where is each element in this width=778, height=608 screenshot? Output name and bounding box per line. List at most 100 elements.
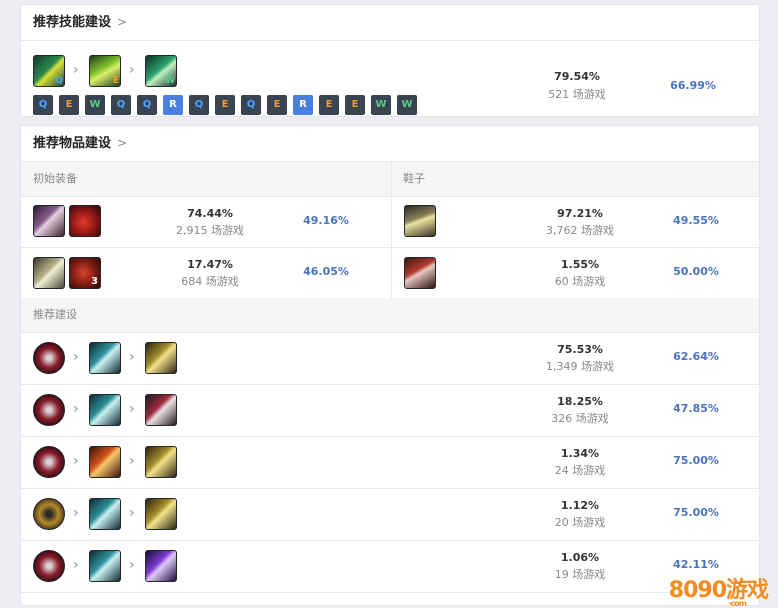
- health-potion-icon: [69, 205, 101, 237]
- blade-of-ruined-king-icon: [33, 342, 65, 374]
- arrow-right-icon: ›: [73, 453, 79, 469]
- core-pick-rate: 18.25%: [557, 395, 603, 408]
- core-win-rate: 75.00%: [673, 506, 719, 519]
- item-build-title: 推荐物品建设: [33, 136, 112, 151]
- core-build-label: 推荐建设: [33, 308, 77, 321]
- skill-e-letter: E: [112, 76, 119, 86]
- core-win-rate: 75.00%: [673, 454, 719, 467]
- item-build-header[interactable]: 推荐物品建设 >: [21, 126, 759, 162]
- core-games-count: 19 场游戏: [554, 568, 606, 581]
- long-sword-icon: [33, 257, 65, 289]
- skill-seq-13: E: [345, 95, 365, 115]
- skill-seq-15: W: [397, 95, 417, 115]
- blade-of-ruined-king-icon: [33, 394, 65, 426]
- watermark-text: 8090游戏: [668, 578, 769, 603]
- skill-seq-1: Q: [33, 95, 53, 115]
- core-pick-rate: 1.06%: [560, 551, 600, 564]
- skill-e-icon: E: [89, 55, 121, 87]
- skill-w-icon: W: [145, 55, 177, 87]
- arrow-right-icon: ›: [73, 505, 79, 521]
- dagger-icon: [33, 205, 65, 237]
- skill-seq-2: E: [59, 95, 79, 115]
- skill-build-card: 推荐技能建设 > Q › E › W Q E W Q Q R Q E Q E R …: [20, 4, 760, 117]
- skill-seq-11: R: [293, 95, 313, 115]
- skill-seq-9: Q: [241, 95, 261, 115]
- chevron-right-icon: >: [117, 15, 128, 29]
- skill-build-header[interactable]: 推荐技能建设 >: [21, 5, 759, 41]
- core-win-rate: 47.85%: [673, 402, 719, 415]
- refillable-potion-icon: 3: [69, 257, 101, 289]
- divider: [21, 332, 759, 333]
- divider: [21, 384, 759, 385]
- blade-of-ruined-king-icon: [33, 446, 65, 478]
- core-build-header: 推荐建设: [21, 298, 759, 332]
- starting-pick-rate: 74.44%: [187, 207, 233, 220]
- boots-games-count: 60 场游戏: [554, 275, 606, 288]
- core-games-count: 20 场游戏: [554, 516, 606, 529]
- skill-build-title: 推荐技能建设: [33, 15, 112, 30]
- starting-games-count: 2,915 场游戏: [176, 224, 244, 237]
- boots-label: 鞋子: [403, 172, 425, 185]
- skill-seq-6: R: [163, 95, 183, 115]
- divider: [21, 436, 759, 437]
- divider: [21, 540, 759, 541]
- skill-seq-10: E: [267, 95, 287, 115]
- item-stack-count: 3: [91, 276, 98, 287]
- boots-win-rate: 50.00%: [673, 265, 719, 278]
- column-divider: [391, 162, 392, 298]
- core-pick-rate: 1.12%: [560, 499, 600, 512]
- arrow-right-icon: ›: [73, 401, 79, 417]
- arrow-right-icon: ›: [73, 349, 79, 365]
- arrow-right-icon: ›: [129, 505, 135, 521]
- arrow-right-icon: ›: [129, 453, 135, 469]
- core-games-count: 1,349 场游戏: [546, 360, 614, 373]
- divider: [21, 488, 759, 489]
- core-games-count: 326 场游戏: [551, 412, 609, 425]
- phantom-dancer-icon: [89, 446, 121, 478]
- guinsoos-rageblade-icon: [145, 342, 177, 374]
- skill-q-icon: Q: [33, 55, 65, 87]
- wits-end-icon: [89, 394, 121, 426]
- core-pick-rate: 1.34%: [560, 447, 600, 460]
- arrow-right-icon: ›: [129, 401, 135, 417]
- infinity-edge-icon: [145, 394, 177, 426]
- skill-seq-8: E: [215, 95, 235, 115]
- skill-seq-7: Q: [189, 95, 209, 115]
- skill-seq-12: E: [319, 95, 339, 115]
- starting-win-rate: 49.16%: [303, 214, 349, 227]
- guinsoos-rageblade-icon: [145, 446, 177, 478]
- starting-pick-rate: 17.47%: [187, 258, 233, 271]
- starting-win-rate: 46.05%: [303, 265, 349, 278]
- skill-win-rate: 66.99%: [670, 79, 716, 92]
- skill-pick-rate: 79.54%: [554, 70, 600, 83]
- divider: [21, 196, 759, 197]
- wits-end-icon: [89, 342, 121, 374]
- nashors-tooth-icon: [145, 550, 177, 582]
- site-watermark: 8090游戏 ·com: [668, 572, 769, 608]
- starting-items-label: 初始装备: [33, 172, 77, 185]
- arrow-right-icon: ›: [129, 62, 135, 78]
- boots-games-count: 3,762 场游戏: [546, 224, 614, 237]
- wits-end-icon: [89, 498, 121, 530]
- blade-of-ruined-king-icon: [33, 550, 65, 582]
- skill-seq-3: W: [85, 95, 105, 115]
- skill-seq-4: Q: [111, 95, 131, 115]
- guinsoos-rageblade-icon: [145, 498, 177, 530]
- skill-seq-14: W: [371, 95, 391, 115]
- wits-end-icon: [89, 550, 121, 582]
- berserker-greaves-icon: [404, 205, 436, 237]
- plated-steelcaps-icon: [404, 257, 436, 289]
- arrow-right-icon: ›: [129, 349, 135, 365]
- starting-games-count: 684 场游戏: [181, 275, 239, 288]
- arrow-right-icon: ›: [73, 62, 79, 78]
- core-pick-rate: 75.53%: [557, 343, 603, 356]
- core-win-rate: 42.11%: [673, 558, 719, 571]
- skill-q-letter: Q: [55, 76, 63, 86]
- skill-seq-5: Q: [137, 95, 157, 115]
- arrow-right-icon: ›: [129, 557, 135, 573]
- trinity-force-icon: [33, 498, 65, 530]
- skill-games-count: 521 场游戏: [548, 88, 606, 101]
- chevron-right-icon: >: [117, 136, 128, 150]
- boots-pick-rate: 1.55%: [560, 258, 600, 271]
- starting-boots-header: 初始装备 鞋子: [21, 162, 759, 196]
